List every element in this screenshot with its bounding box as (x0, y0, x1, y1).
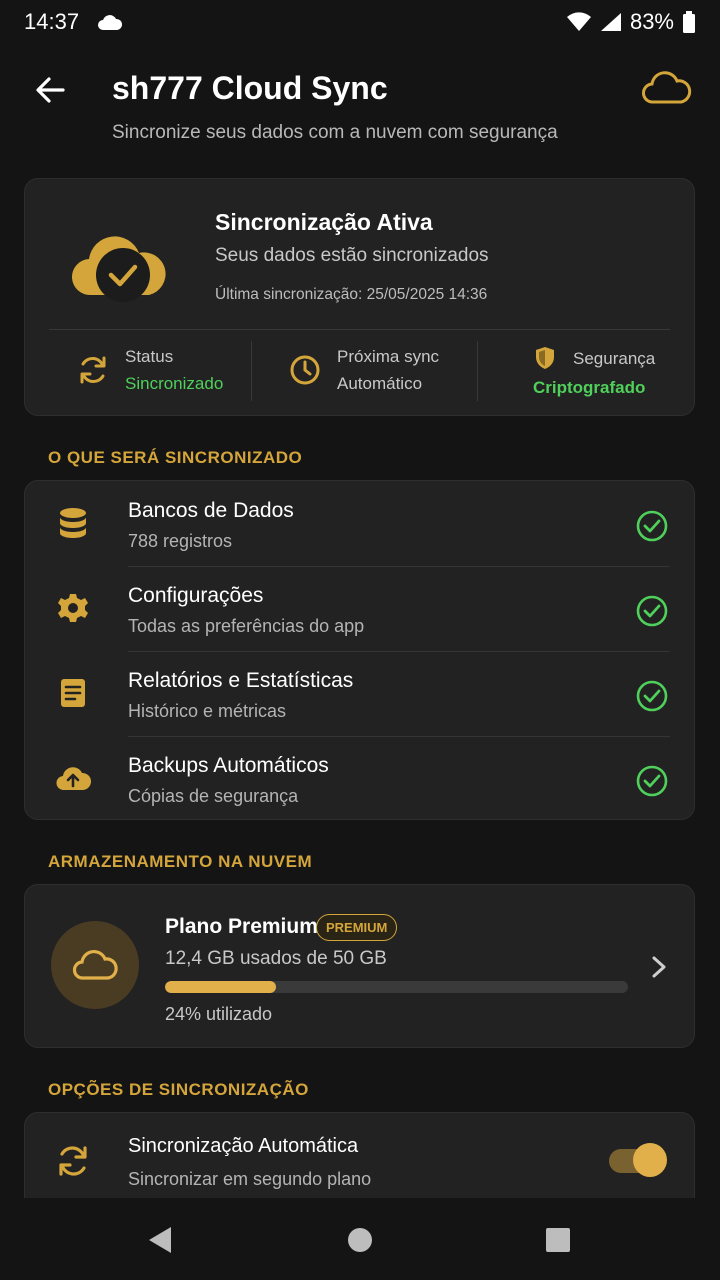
sync-icon (59, 1146, 87, 1176)
gear-icon (58, 594, 88, 622)
clock: 14:37 (24, 9, 80, 34)
stat-label: Segurança (573, 349, 656, 368)
stat-value: Sincronizado (125, 374, 224, 393)
arrow-left-icon (36, 77, 65, 103)
stat-value: Automático (337, 374, 423, 393)
sync-icon (80, 356, 106, 384)
report-icon (61, 679, 85, 707)
list-item-title: Configurações (128, 584, 264, 607)
nav-home-button[interactable] (342, 1222, 378, 1258)
auto-sync-toggle[interactable] (609, 1143, 667, 1179)
stat-label: Status (125, 347, 174, 366)
database-icon (60, 508, 86, 538)
storage-icon-circle (51, 921, 139, 1009)
chevron-right-icon (652, 956, 666, 978)
option-subtitle: Sincronizar em segundo plano (128, 1169, 372, 1189)
check-circle-icon (636, 595, 668, 627)
option-title: Sincronização Automática (128, 1135, 359, 1157)
list-item-subtitle: Cópias de segurança (128, 786, 299, 806)
divider (477, 341, 478, 401)
stat-status: Status Sincronizado (75, 339, 223, 401)
storage-progress-fill (165, 981, 277, 993)
section-title-storage: ARMAZENAMENTO NA NUVEM (48, 852, 313, 871)
list-item-subtitle: 788 registros (128, 531, 233, 551)
sync-status-card: Sincronização Ativa Seus dados estão sin… (24, 178, 695, 416)
storage-card[interactable]: Plano Premium PREMIUM 12,4 GB usados de … (24, 884, 695, 1048)
divider (49, 329, 670, 330)
divider (251, 341, 252, 401)
storage-percent: 24% utilizado (165, 1004, 273, 1024)
page-subtitle: Sincronize seus dados com a nuvem com se… (112, 122, 558, 143)
clock-icon (290, 355, 320, 385)
premium-badge: PREMIUM (316, 914, 398, 941)
list-item[interactable]: Relatórios e Estatísticas Histórico e mé… (25, 651, 694, 735)
section-title-what-sync: O QUE SERÁ SINCRONIZADO (48, 448, 303, 467)
list-item[interactable]: Bancos de Dados 788 registros (25, 481, 694, 565)
back-button[interactable] (30, 70, 70, 110)
triangle-back-icon (149, 1227, 171, 1253)
plan-name: Plano Premium (165, 915, 318, 938)
sync-status-subtitle: Seus dados estão sincronizados (215, 245, 489, 266)
check-circle-icon (636, 765, 668, 797)
list-item-title: Backups Automáticos (128, 754, 329, 777)
nav-recents-button[interactable] (540, 1222, 576, 1258)
stat-security: Segurança Criptografado (533, 339, 655, 401)
circle-home-icon (348, 1228, 372, 1252)
check-circle-icon (636, 510, 668, 542)
list-item-subtitle: Histórico e métricas (128, 701, 287, 721)
stat-next-sync: Próxima sync Automático (287, 339, 439, 401)
storage-progress-bar (165, 981, 628, 993)
toggle-knob (633, 1143, 667, 1177)
wifi-icon (566, 12, 591, 31)
cloud-upload-icon (56, 767, 91, 791)
storage-used: 12,4 GB usados de 50 GB (165, 948, 387, 969)
page-title: sh777 Cloud Sync (112, 70, 388, 106)
cloud-icon[interactable] (640, 68, 694, 108)
list-item-title: Relatórios e Estatísticas (128, 669, 354, 692)
sync-items-card: Bancos de Dados 788 registros Configuraç… (24, 480, 695, 820)
list-item-subtitle: Todas as preferências do app (128, 616, 365, 636)
list-item[interactable]: Backups Automáticos Cópias de segurança (25, 736, 694, 820)
cloud-icon (72, 949, 118, 980)
square-recents-icon (546, 1228, 570, 1252)
cloud-notification-icon (98, 15, 123, 30)
signal-icon (600, 13, 621, 31)
stat-value: Criptografado (533, 378, 646, 397)
battery-percent: 83% (629, 9, 674, 34)
system-nav-bar (0, 1198, 720, 1280)
stat-label: Próxima sync (337, 347, 440, 366)
check-circle-icon (636, 680, 668, 712)
status-bar: 14:37 83% (0, 0, 720, 44)
app-bar: sh777 Cloud Sync (0, 60, 720, 120)
cloud-check-icon (71, 236, 166, 302)
nav-back-button[interactable] (142, 1222, 178, 1258)
list-item-title: Bancos de Dados (128, 499, 294, 522)
section-title-options: OPÇÕES DE SINCRONIZAÇÃO (48, 1080, 309, 1099)
list-item[interactable]: Configurações Todas as preferências do a… (25, 566, 694, 650)
sync-status-title: Sincronização Ativa (215, 209, 433, 235)
last-sync-time: Última sincronização: 25/05/2025 14:36 (215, 286, 488, 303)
battery-icon (683, 11, 695, 33)
